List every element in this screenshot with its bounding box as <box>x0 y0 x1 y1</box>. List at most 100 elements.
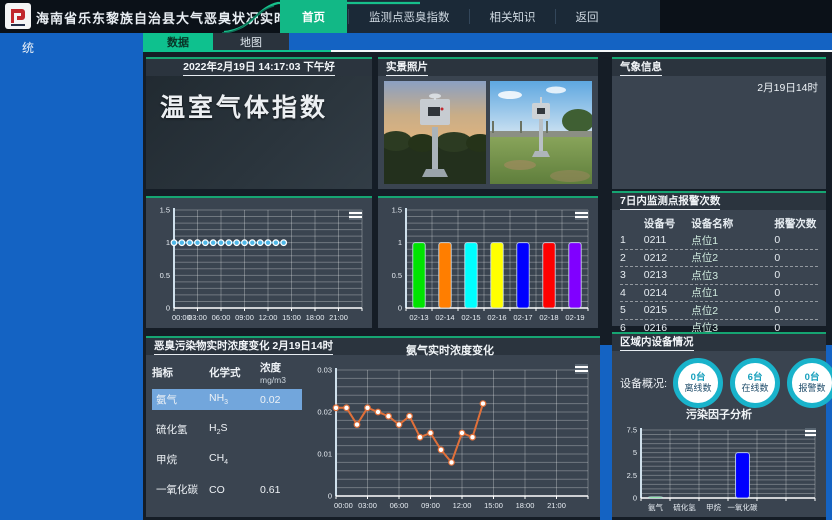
ammonia-trend-chart: 00:0003:0006:0009:0012:0015:0018:0021:00… <box>306 362 594 512</box>
svg-text:18:00: 18:00 <box>306 313 325 322</box>
svg-text:1: 1 <box>398 238 402 247</box>
svg-text:甲烷: 甲烷 <box>706 502 721 512</box>
svg-text:02-16: 02-16 <box>487 313 506 322</box>
device-circles: 0台离线数6台在线数0台报警数 <box>673 358 832 408</box>
svg-text:12:00: 12:00 <box>259 313 278 322</box>
gas-table: 指标 化学式 浓度 mg/m3 氨气NH30.02 硫化氢H2S 甲烷CH4 一氧化碳… <box>152 360 302 509</box>
svg-text:21:00: 21:00 <box>329 313 348 322</box>
daily-odor-panel: 02-13 02-14 02-15 02-16 02-17 02-18 02-19 0 0.5 1… <box>378 196 598 328</box>
device-circle-1: 6台在线数 <box>730 358 780 408</box>
greenhouse-trend-panel: 00:0003:0006:0009:0012:0015:0018:0021:00… <box>146 196 372 328</box>
svg-text:02-17: 02-17 <box>513 313 532 322</box>
alarm-table-body: 10211点位1020212点位2030213点位3040214点位105021… <box>620 232 818 337</box>
alarm-table-row: 10211点位10 <box>620 232 818 250</box>
weather-timestamp: 2月19日14时 <box>612 76 826 95</box>
tab-0[interactable]: 数据 <box>143 33 213 50</box>
left-sidebar[interactable]: 统 <box>0 33 143 520</box>
svg-text:0.02: 0.02 <box>317 408 332 417</box>
svg-text:03:00: 03:00 <box>188 313 207 322</box>
chart-toolbox-icon[interactable] <box>803 426 818 439</box>
sidebar-label: 统 <box>22 39 34 56</box>
svg-text:09:00: 09:00 <box>235 313 254 322</box>
svg-text:0: 0 <box>166 304 170 313</box>
tab-bar: 数据地图 <box>143 33 289 50</box>
alarm-table-row: 40214点位10 <box>620 285 818 303</box>
col-alarm-count: 报警次数 <box>774 216 818 231</box>
svg-text:02-15: 02-15 <box>461 313 480 322</box>
chart-toolbox-icon[interactable] <box>573 362 590 376</box>
tabbar-blue-strip <box>288 33 832 50</box>
datetime-bar: 2022年2月19日 14:17:03 下午好 <box>146 59 372 76</box>
daily-odor-bar-chart: 02-13 02-14 02-15 02-16 02-17 02-18 02-19 0 0.5 1… <box>380 202 594 324</box>
alarm-table-header: 设备号 设备名称 报警次数 <box>620 214 818 232</box>
gas-table-row[interactable]: 一氧化碳CO0.61 <box>152 479 302 500</box>
site-photo-field <box>490 81 592 184</box>
svg-text:02-14: 02-14 <box>435 313 454 322</box>
svg-text:18:00: 18:00 <box>516 501 535 510</box>
svg-text:02-13: 02-13 <box>409 313 428 322</box>
odor-concentration-panel: 恶臭污染物实时浓度变化 2月19日14时 指标 化学式 浓度 mg/m3 氨气N… <box>146 336 600 517</box>
svg-text:00:00: 00:00 <box>334 501 353 510</box>
svg-text:06:00: 06:00 <box>390 501 409 510</box>
datetime-text: 2022年2月19日 14:17:03 下午好 <box>183 59 335 76</box>
tab-1[interactable]: 地图 <box>213 33 289 50</box>
svg-text:02-19: 02-19 <box>565 313 584 322</box>
svg-text:1.5: 1.5 <box>392 206 402 215</box>
svg-text:5: 5 <box>633 448 637 457</box>
alarm-table-row: 50215点位20 <box>620 302 818 320</box>
alarm-table-row: 20212点位20 <box>620 250 818 268</box>
nav-item-2[interactable]: 相关知识 <box>472 0 554 33</box>
svg-text:0: 0 <box>398 304 402 313</box>
col-formula: 化学式 <box>209 365 260 380</box>
svg-text:21:00: 21:00 <box>547 501 566 510</box>
ammonia-chart-title: 氨气实时浓度变化 <box>306 342 594 358</box>
svg-text:06:00: 06:00 <box>212 313 231 322</box>
col-indicator: 指标 <box>152 365 209 380</box>
photo-strip <box>378 76 598 189</box>
alarm-table: 设备号 设备名称 报警次数 10211点位1020212点位2030213点位3… <box>612 210 826 341</box>
alarm-table-row: 30213点位30 <box>620 267 818 285</box>
col-device-id: 设备号 <box>644 216 692 231</box>
photos-panel: 实景照片 <box>378 57 598 189</box>
greenhouse-body: 温室气体指数 <box>146 76 372 189</box>
svg-text:一氧化碳: 一氧化碳 <box>728 502 758 512</box>
nav-item-1[interactable]: 监测点恶臭指数 <box>351 0 468 33</box>
svg-text:1: 1 <box>166 238 170 247</box>
svg-text:15:00: 15:00 <box>484 501 503 510</box>
weather-panel: 气象信息 2月19日14时 <box>612 57 826 189</box>
unit-label: mg/m3 <box>260 375 302 385</box>
greenhouse-headline: 温室气体指数 <box>146 76 372 124</box>
gas-table-row[interactable]: 硫化氢H2S <box>152 419 302 440</box>
greenhouse-trend-chart: 00:0003:0006:0009:0012:0015:0018:0021:00… <box>148 202 368 324</box>
site-photo-dusk <box>384 81 486 184</box>
nav-item-0[interactable]: 首页 <box>280 0 347 33</box>
devices-panel: 区域内设备情况 设备概况: 0台离线数6台在线数0台报警数 污染因子分析 氨气硫… <box>612 332 826 517</box>
factor-analysis-title: 污染因子分析 <box>612 406 826 422</box>
svg-text:氨气: 氨气 <box>648 502 663 512</box>
gas-table-row[interactable]: 氨气NH30.02 <box>152 389 302 410</box>
brand-logo-icon <box>5 3 31 29</box>
svg-text:7.5: 7.5 <box>627 426 637 435</box>
main-nav: 首页监测点恶臭指数相关知识返回 <box>278 0 660 33</box>
svg-text:0.03: 0.03 <box>317 366 332 375</box>
gas-table-row[interactable]: 甲烷CH4 <box>152 449 302 470</box>
svg-text:03:00: 03:00 <box>358 501 377 510</box>
col-device-name: 设备名称 <box>691 216 774 231</box>
pollution-factor-chart: 氨气硫化氢甲烷一氧化碳02.557.5 <box>615 422 821 514</box>
svg-text:1.5: 1.5 <box>160 206 170 215</box>
photos-title: 实景照片 <box>386 59 428 76</box>
svg-text:0.5: 0.5 <box>392 271 402 280</box>
chart-toolbox-icon[interactable] <box>347 208 364 222</box>
nav-item-3[interactable]: 返回 <box>558 0 617 33</box>
blue-gap-divider <box>600 345 612 520</box>
alarm-count-panel: 7日内监测点报警次数 设备号 设备名称 报警次数 10211点位1020212点… <box>612 191 826 326</box>
greenhouse-panel: 2022年2月19日 14:17:03 下午好 温室气体指数 <box>146 57 372 189</box>
col-concentration: 浓度 mg/m3 <box>260 360 302 385</box>
svg-text:15:00: 15:00 <box>282 313 301 322</box>
devices-panel-title: 区域内设备情况 <box>620 334 694 351</box>
svg-text:02-18: 02-18 <box>539 313 558 322</box>
svg-text:09:00: 09:00 <box>421 501 440 510</box>
chart-toolbox-icon[interactable] <box>573 208 590 222</box>
device-circle-2: 0台报警数 <box>787 358 832 408</box>
alarm-panel-title: 7日内监测点报警次数 <box>620 193 720 210</box>
